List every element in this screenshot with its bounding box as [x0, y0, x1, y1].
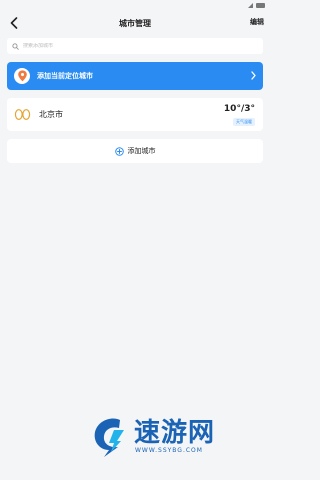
page-title: 城市管理 [119, 18, 151, 28]
weather-tag: 天气温暖 [233, 118, 255, 126]
city-list-item[interactable]: 北京市 10°/3° 天气温暖 [7, 98, 263, 131]
chevron-left-icon [10, 17, 18, 29]
city-name: 北京市 [39, 110, 63, 119]
add-current-location-button[interactable]: 添加当前定位城市 [7, 62, 263, 90]
nav-bar: 城市管理 编辑 [0, 10, 270, 36]
add-city-label: 添加城市 [127, 147, 156, 155]
weather-icon [14, 109, 31, 120]
chevron-right-icon [251, 71, 256, 80]
search-icon [12, 42, 19, 50]
watermark-url: WWW.SSYBG.COM [135, 446, 203, 454]
watermark-title: 速游网 [134, 417, 216, 448]
watermark: 速游网 WWW.SSYBG.COM [90, 406, 260, 466]
city-temperature: 10°/3° [223, 104, 255, 114]
search-input[interactable] [23, 43, 243, 49]
location-pin-icon [14, 68, 30, 84]
status-bar [0, 0, 270, 10]
add-city-button[interactable]: 添加城市 [7, 139, 263, 163]
watermark-logo-icon [94, 418, 124, 457]
edit-button[interactable]: 编辑 [250, 17, 264, 27]
add-current-location-label: 添加当前定位城市 [37, 72, 93, 80]
signal-icon [248, 2, 253, 8]
back-button[interactable] [7, 15, 21, 31]
search-bar[interactable] [7, 38, 263, 54]
battery-icon [256, 2, 265, 8]
add-circle-icon [114, 146, 124, 156]
